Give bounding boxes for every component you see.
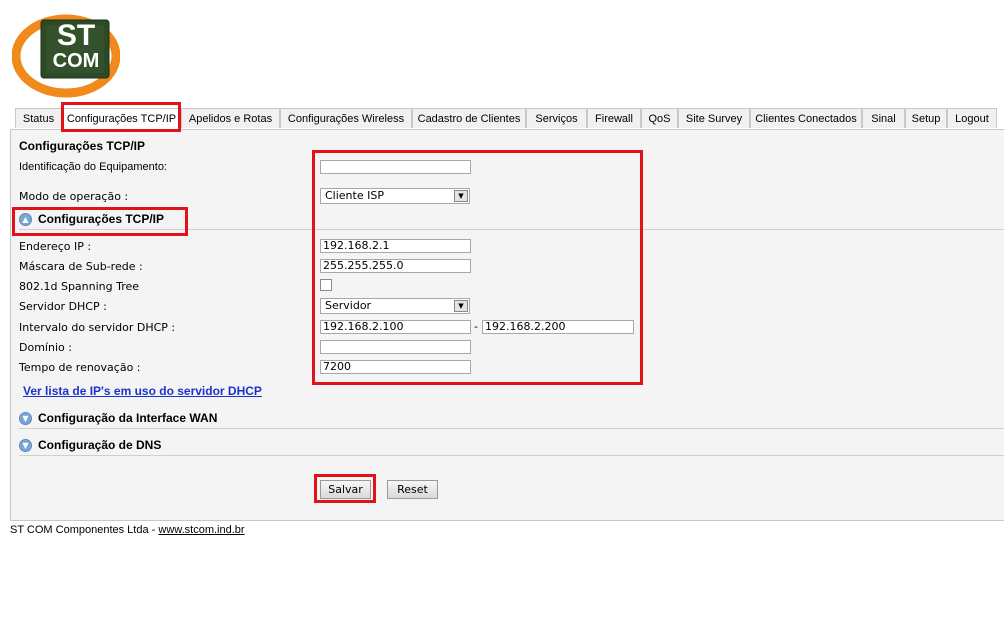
dhcp-select[interactable]: Servidor ▼ bbox=[320, 298, 470, 314]
mode-select-value: Cliente ISP bbox=[325, 189, 384, 202]
tab-signal[interactable]: Sinal bbox=[862, 108, 905, 128]
page-heading: Configurações TCP/IP bbox=[19, 139, 146, 153]
logo-text-com: COM bbox=[52, 50, 100, 72]
device-id-input[interactable] bbox=[320, 160, 471, 174]
mode-select[interactable]: Cliente ISP ▼ bbox=[320, 188, 470, 204]
tab-setup[interactable]: Setup bbox=[905, 108, 947, 128]
dhcp-list-link[interactable]: Ver lista de IP's em uso do servidor DHC… bbox=[23, 384, 262, 398]
tab-clients-register[interactable]: Cadastro de Clientes bbox=[412, 108, 526, 128]
mask-label: Máscara de Sub-rede : bbox=[19, 260, 143, 273]
range-separator: - bbox=[474, 320, 478, 333]
dhcp-label: Servidor DHCP : bbox=[19, 300, 107, 313]
chevron-down-icon: ▼ bbox=[454, 190, 468, 202]
stp-label: 802.1d Spanning Tree bbox=[19, 280, 140, 293]
device-id-label: Identificação do Equipamento: bbox=[19, 161, 167, 173]
mask-input[interactable]: 255.255.255.0 bbox=[320, 259, 471, 273]
section-wan-header[interactable]: ▼ Configuração da Interface WAN bbox=[19, 409, 217, 427]
domain-input[interactable] bbox=[320, 340, 471, 354]
logo-text-st: ST bbox=[56, 19, 96, 52]
reset-button[interactable]: Reset bbox=[387, 480, 438, 499]
section-dns-header[interactable]: ▼ Configuração de DNS bbox=[19, 436, 161, 454]
tab-firewall[interactable]: Firewall bbox=[587, 108, 641, 128]
section-tcpip-title: Configurações TCP/IP bbox=[38, 212, 165, 226]
range-label: Intervalo do servidor DHCP : bbox=[19, 321, 176, 334]
footer-link[interactable]: www.stcom.ind.br bbox=[158, 524, 244, 536]
section-dns-title: Configuração de DNS bbox=[38, 438, 162, 452]
domain-label: Domínio : bbox=[19, 341, 72, 354]
section-tcpip-header[interactable]: ▲ Configurações TCP/IP bbox=[19, 210, 164, 228]
tab-services[interactable]: Serviços bbox=[526, 108, 587, 128]
footer-company: ST COM Componentes Ltda - bbox=[10, 524, 159, 536]
expand-down-icon: ▼ bbox=[19, 411, 32, 425]
tab-qos[interactable]: QoS bbox=[641, 108, 678, 128]
tab-logout[interactable]: Logout bbox=[947, 108, 997, 128]
range-end-input[interactable]: 192.168.2.200 bbox=[482, 320, 634, 334]
tab-connected-clients[interactable]: Clientes Conectados bbox=[750, 108, 862, 128]
stp-checkbox[interactable] bbox=[320, 279, 332, 291]
ip-label: Endereço IP : bbox=[19, 240, 92, 253]
divider bbox=[19, 455, 1004, 456]
ip-input[interactable]: 192.168.2.1 bbox=[320, 239, 471, 253]
mode-label: Modo de operação : bbox=[19, 190, 129, 203]
dhcp-select-value: Servidor bbox=[325, 299, 372, 312]
stcom-logo: ST COM bbox=[11, 12, 121, 98]
tab-aliases-routes[interactable]: Apelidos e Rotas bbox=[181, 108, 280, 128]
tab-tcpip[interactable]: Configurações TCP/IP bbox=[62, 108, 181, 130]
footer: ST COM Componentes Ltda - www.stcom.ind.… bbox=[10, 524, 245, 536]
lease-label: Tempo de renovação : bbox=[19, 361, 141, 374]
tab-site-survey[interactable]: Site Survey bbox=[678, 108, 750, 128]
expand-down-icon: ▼ bbox=[19, 438, 32, 452]
divider bbox=[19, 428, 1004, 429]
chevron-down-icon: ▼ bbox=[454, 300, 468, 312]
collapse-up-icon: ▲ bbox=[19, 212, 32, 226]
save-button[interactable]: Salvar bbox=[320, 480, 371, 499]
lease-input[interactable]: 7200 bbox=[320, 360, 471, 374]
section-wan-title: Configuração da Interface WAN bbox=[38, 411, 218, 425]
tab-wireless[interactable]: Configurações Wireless bbox=[280, 108, 412, 128]
range-start-input[interactable]: 192.168.2.100 bbox=[320, 320, 471, 334]
divider bbox=[19, 229, 1004, 230]
tab-status[interactable]: Status bbox=[15, 108, 62, 128]
